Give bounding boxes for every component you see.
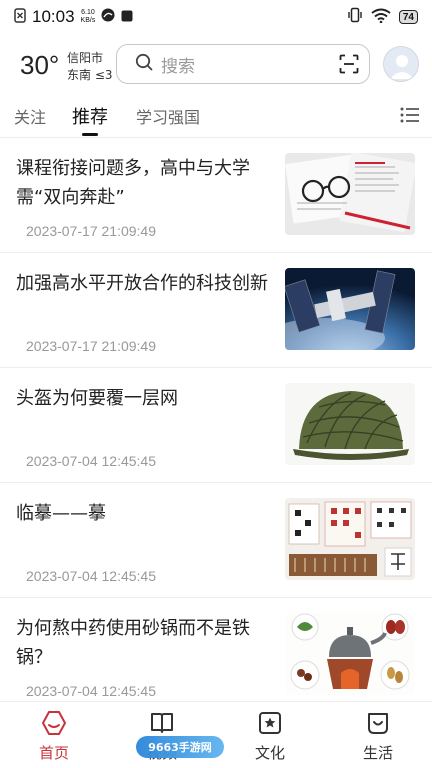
article-date: 2023-07-04 12:45:45 <box>26 568 156 584</box>
article-date: 2023-07-17 21:09:49 <box>26 223 156 239</box>
article-title[interactable]: 头盔为何要覆一层网 <box>16 384 268 413</box>
tab-xuexi-qiangguo[interactable]: 学习强国 <box>136 104 200 128</box>
weather-temperature[interactable]: 30° <box>20 50 59 81</box>
article-thumbnail[interactable] <box>285 498 415 580</box>
list-item[interactable]: 为何熬中药使用砂锅而不是铁锅？ 2023-07-04 12:45:45 <box>0 598 432 701</box>
sim-icon <box>14 7 26 27</box>
article-thumbnail[interactable] <box>285 613 415 695</box>
article-thumbnail[interactable] <box>285 153 415 235</box>
notification-icon <box>121 8 133 26</box>
list-item[interactable]: 加强高水平开放合作的科技创新 2023-07-17 21:09:49 <box>0 253 432 368</box>
star-square-icon <box>257 710 283 740</box>
article-thumbnail[interactable] <box>285 268 415 350</box>
avatar[interactable] <box>383 46 419 82</box>
tab-follow[interactable]: 关注 <box>14 104 46 128</box>
article-title[interactable]: 课程衔接问题多，高中与大学需“双向奔赴” <box>16 154 268 212</box>
nav-culture[interactable]: 文化 <box>216 702 324 768</box>
wifi-icon <box>371 8 391 27</box>
nav-culture-label: 文化 <box>254 744 285 762</box>
tab-recommend[interactable]: 推荐 <box>72 103 108 129</box>
article-thumbnail[interactable] <box>285 383 415 465</box>
search-icon <box>135 53 153 75</box>
network-speed: 6.10 KB/s <box>81 9 96 25</box>
article-title[interactable]: 为何熬中药使用砂锅而不是铁锅？ <box>16 614 268 672</box>
status-bar: 10:03 6.10 KB/s 74 <box>0 0 432 34</box>
vibrate-icon <box>347 7 363 27</box>
weather-info[interactable]: 信阳市 东南 ≤3 <box>67 50 115 84</box>
weather-wind: 东南 ≤3 <box>67 68 113 82</box>
list-item[interactable]: 头盔为何要覆一层网 2023-07-04 12:45:45 <box>0 368 432 483</box>
weather-city: 信阳市 <box>67 51 104 65</box>
list-item[interactable]: 临摹——摹 2023-07-04 12:45:45 <box>0 483 432 598</box>
bottom-navigation: 首页 视频 文化 生活 <box>0 701 432 768</box>
active-tab-indicator <box>82 133 98 136</box>
list-item[interactable]: 课程衔接问题多，高中与大学需“双向奔赴” 2023-07-17 21:09:49 <box>0 138 432 253</box>
nav-video[interactable]: 视频 <box>108 702 216 768</box>
network-speed-unit: KB/s <box>80 17 96 24</box>
clock: 10:03 <box>32 7 75 26</box>
channel-tabs: 关注 推荐 学习强国 <box>0 96 432 138</box>
battery-icon: 74 <box>398 10 418 24</box>
search-bar[interactable]: 搜索 <box>116 44 370 84</box>
article-title[interactable]: 加强高水平开放合作的科技创新 <box>16 269 268 298</box>
channel-menu-icon[interactable] <box>400 106 420 128</box>
alert-icon <box>101 8 115 26</box>
article-title[interactable]: 临摹——摹 <box>16 499 268 528</box>
nav-home-label: 首页 <box>38 744 69 762</box>
article-date: 2023-07-17 21:09:49 <box>26 338 156 354</box>
nav-life-label: 生活 <box>362 744 393 762</box>
network-speed-value: 6.10 <box>81 9 95 16</box>
news-feed[interactable]: 课程衔接问题多，高中与大学需“双向奔赴” 2023-07-17 21:09:49… <box>0 138 432 701</box>
nav-life[interactable]: 生活 <box>324 702 432 768</box>
home-icon <box>41 710 67 740</box>
nav-home[interactable]: 首页 <box>0 702 108 768</box>
smile-bag-icon <box>365 710 391 740</box>
battery-level: 74 <box>402 11 414 23</box>
app-header: 30° 信阳市 东南 ≤3 搜索 <box>0 40 432 90</box>
scan-icon[interactable] <box>339 54 359 78</box>
article-date: 2023-07-04 12:45:45 <box>26 453 156 469</box>
site-watermark: 9663手游网 <box>136 736 224 758</box>
article-date: 2023-07-04 12:45:45 <box>26 683 156 699</box>
search-input[interactable]: 搜索 <box>161 52 195 77</box>
